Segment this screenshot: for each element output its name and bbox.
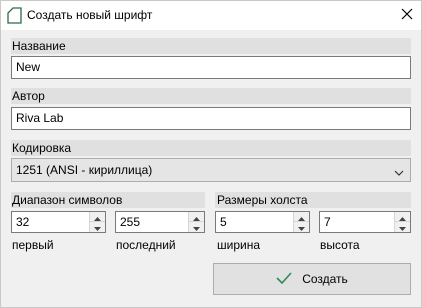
encoding-select[interactable]: 1251 (ANSI - кириллица) — [11, 158, 411, 182]
last-char-label: последний — [116, 238, 176, 252]
window-title: Создать новый шрифт — [27, 8, 153, 22]
canvas-height-value: 7 — [324, 215, 331, 229]
chevron-down-icon — [394, 166, 404, 176]
canvas-width-spin-buttons — [293, 212, 309, 232]
first-char-label: первый — [12, 238, 54, 252]
canvas-width-label: ширина — [217, 238, 261, 252]
char-range-label: Диапазон символов — [12, 193, 123, 207]
author-label: Автор — [12, 89, 45, 103]
canvas-height-stepper[interactable]: 7 — [319, 211, 411, 233]
canvas-width-value: 5 — [220, 215, 227, 229]
author-field[interactable]: Riva Lab — [11, 107, 411, 130]
name-field[interactable]: New — [11, 56, 411, 79]
arrow-down-icon — [94, 220, 101, 234]
arrow-down-icon — [399, 220, 406, 234]
first-char-value: 32 — [16, 215, 30, 229]
encoding-label: Кодировка — [12, 141, 72, 155]
create-button-content: Создать — [276, 271, 348, 287]
last-char-spin-buttons — [188, 212, 204, 232]
close-icon — [401, 8, 413, 23]
close-button[interactable] — [393, 1, 421, 30]
title-bar: Создать новый шрифт — [1, 1, 421, 30]
canvas-height-label: высота — [320, 238, 360, 252]
arrow-down-icon — [298, 220, 305, 234]
document-page-icon — [6, 7, 23, 24]
author-section-bar — [11, 88, 411, 104]
arrow-down-icon — [193, 220, 200, 234]
canvas-height-decrement[interactable] — [394, 222, 410, 232]
canvas-width-stepper[interactable]: 5 — [215, 211, 310, 233]
checkmark-icon — [276, 271, 292, 287]
first-char-stepper[interactable]: 32 — [11, 211, 106, 233]
name-label: Название — [12, 39, 66, 53]
last-char-stepper[interactable]: 255 — [115, 211, 205, 233]
last-char-value: 255 — [120, 215, 141, 229]
canvas-height-spin-buttons — [394, 212, 410, 232]
canvas-size-label: Размеры холста — [217, 193, 308, 207]
create-font-dialog: Создать новый шрифт Название New Автор R… — [0, 0, 422, 308]
canvas-width-decrement[interactable] — [293, 222, 309, 232]
last-char-decrement[interactable] — [188, 222, 204, 232]
first-char-decrement[interactable] — [89, 222, 105, 232]
create-button[interactable]: Создать — [213, 263, 411, 295]
name-section-bar — [11, 38, 411, 54]
create-button-label: Создать — [302, 272, 348, 286]
encoding-selected-value: 1251 (ANSI - кириллица) — [16, 163, 153, 177]
first-char-spin-buttons — [89, 212, 105, 232]
